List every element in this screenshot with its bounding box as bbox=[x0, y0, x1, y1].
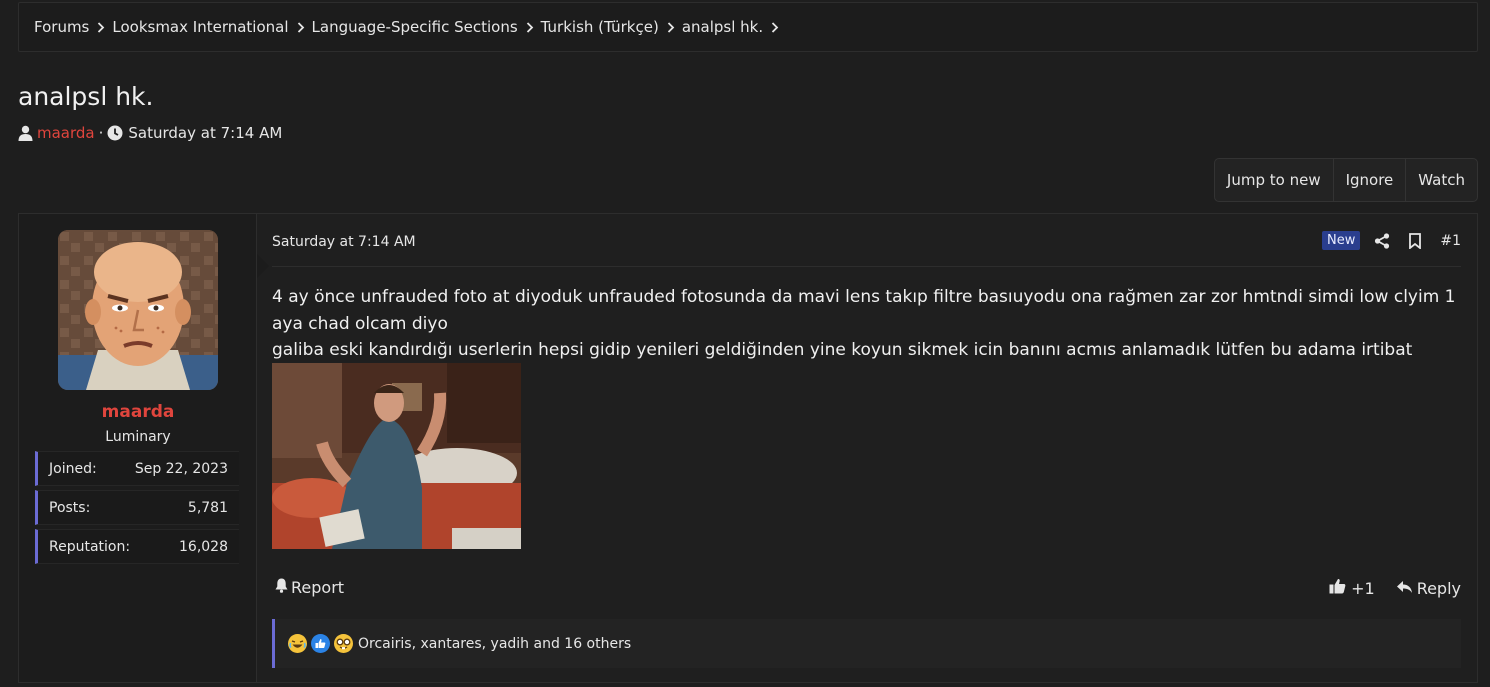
bell-icon bbox=[275, 578, 288, 597]
reply-button[interactable]: Reply bbox=[1396, 579, 1461, 598]
post-date[interactable]: Saturday at 7:14 AM bbox=[272, 234, 416, 250]
post-username[interactable]: maarda bbox=[19, 402, 257, 422]
user-stat-reputation: Reputation: 16,028 bbox=[35, 529, 239, 564]
stat-label: Joined: bbox=[49, 460, 97, 477]
meta-separator: · bbox=[98, 124, 104, 142]
post-number[interactable]: #1 bbox=[1440, 233, 1461, 249]
like-count: +1 bbox=[1351, 578, 1375, 598]
stat-value: 16,028 bbox=[179, 538, 228, 555]
reply-label: Reply bbox=[1416, 578, 1461, 598]
post-body-line: 4 ay önce unfrauded foto at diyoduk unfr… bbox=[272, 287, 1456, 334]
breadcrumb-forums[interactable]: Forums bbox=[34, 18, 89, 36]
thumbs-up-icon bbox=[1329, 578, 1346, 598]
stat-value: Sep 22, 2023 bbox=[134, 460, 228, 477]
avatar[interactable] bbox=[58, 230, 218, 390]
report-label: Report bbox=[291, 578, 345, 597]
post-arrow bbox=[257, 254, 269, 278]
thread-author-link[interactable]: maarda bbox=[37, 124, 95, 142]
thread-action-buttons: Jump to new Ignore Watch bbox=[1213, 158, 1478, 202]
stat-label: Posts: bbox=[49, 499, 91, 516]
breadcrumb-turkish[interactable]: Turkish (Türkçe) bbox=[541, 18, 659, 36]
breadcrumb-looksmax-international[interactable]: Looksmax International bbox=[112, 18, 288, 36]
report-button[interactable]: Report bbox=[275, 578, 344, 597]
clock-icon bbox=[107, 125, 123, 141]
chevron-right-icon bbox=[667, 21, 675, 33]
post-main: Saturday at 7:14 AM New #1 4 ay önce unf… bbox=[272, 214, 1461, 682]
chevron-right-icon bbox=[526, 21, 534, 33]
breadcrumb-thread[interactable]: analpsl hk. bbox=[682, 18, 763, 36]
like-emoji bbox=[311, 634, 330, 653]
laugh-cry-emoji bbox=[288, 634, 307, 653]
user-stat-joined: Joined: Sep 22, 2023 bbox=[35, 451, 239, 486]
post-user-column: maarda Luminary Joined: Sep 22, 2023 Pos… bbox=[19, 214, 257, 682]
post-gif-image[interactable] bbox=[272, 363, 521, 549]
stat-label: Reputation: bbox=[49, 538, 131, 555]
chevron-right-icon bbox=[297, 21, 305, 33]
like-button[interactable]: +1 bbox=[1329, 578, 1375, 598]
page-title: analpsl hk. bbox=[18, 82, 154, 111]
stat-value: 5,781 bbox=[187, 499, 228, 516]
post: maarda Luminary Joined: Sep 22, 2023 Pos… bbox=[18, 213, 1478, 683]
thread-date[interactable]: Saturday at 7:14 AM bbox=[128, 124, 282, 142]
ignore-button[interactable]: Ignore bbox=[1334, 159, 1407, 201]
post-header-actions: New #1 bbox=[1322, 231, 1461, 250]
reactions-list-link[interactable]: Orcairis, xantares, yadih and 16 others bbox=[358, 636, 631, 652]
chevron-right-icon bbox=[771, 21, 779, 33]
user-stat-posts: Posts: 5,781 bbox=[35, 490, 239, 525]
nerd-emoji bbox=[334, 634, 353, 653]
reactions-bar: Orcairis, xantares, yadih and 16 others bbox=[272, 619, 1461, 668]
chevron-right-icon bbox=[97, 21, 105, 33]
post-footer-actions: +1 Reply bbox=[1329, 578, 1461, 598]
watch-button[interactable]: Watch bbox=[1406, 159, 1477, 201]
new-badge: New bbox=[1322, 231, 1361, 250]
jump-to-new-button[interactable]: Jump to new bbox=[1215, 159, 1334, 201]
breadcrumb: Forums Looksmax International Language-S… bbox=[18, 2, 1478, 52]
breadcrumb-language-specific[interactable]: Language-Specific Sections bbox=[312, 18, 518, 36]
user-title: Luminary bbox=[105, 429, 171, 445]
post-header-divider bbox=[272, 266, 1461, 267]
share-icon[interactable] bbox=[1374, 232, 1390, 249]
user-icon bbox=[18, 125, 33, 141]
thread-meta: maarda · Saturday at 7:14 AM bbox=[18, 124, 282, 142]
reply-icon bbox=[1396, 579, 1413, 598]
bookmark-icon[interactable] bbox=[1408, 232, 1422, 249]
